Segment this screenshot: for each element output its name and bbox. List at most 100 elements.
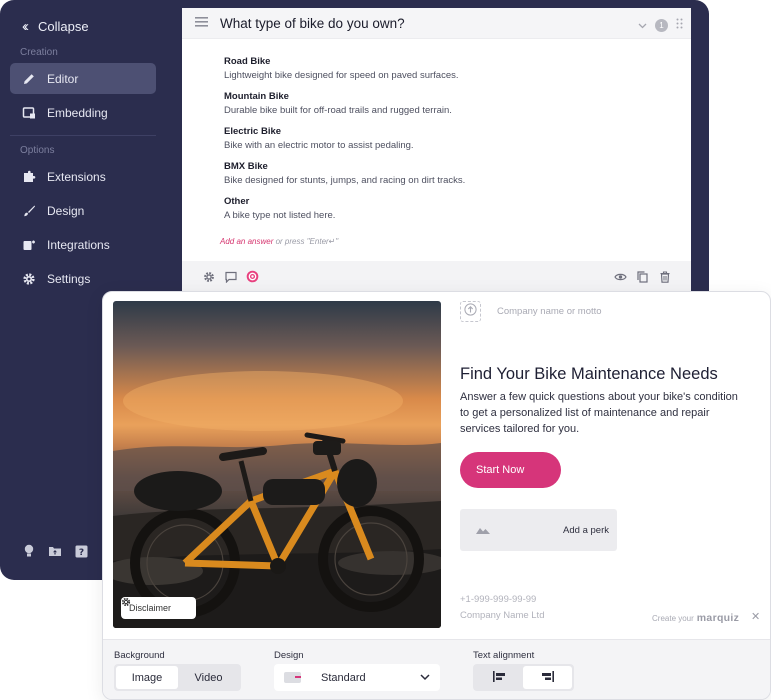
text-alignment-label: Text alignment <box>473 650 535 661</box>
page-subtitle[interactable]: Answer a few quick questions about your … <box>460 389 740 437</box>
answer-title: Road Bike <box>224 56 271 67</box>
add-answer-hint: or press "Enter↵" <box>273 237 339 246</box>
sidebar-item-label: Editor <box>47 71 79 86</box>
question-card: What type of bike do you own? 1 Road Bik… <box>182 8 691 292</box>
sidebar-item-integrations[interactable]: Integrations <box>10 229 156 260</box>
background-option-image[interactable]: Image <box>116 666 178 689</box>
sidebar-bottom-toolbar: ? <box>22 544 88 558</box>
add-answer-row: Add an answer or press "Enter↵" <box>220 237 338 246</box>
design-swatch-icon <box>284 672 301 683</box>
question-header: What type of bike do you own? 1 <box>182 8 691 39</box>
sidebar-item-design[interactable]: Design <box>10 195 156 226</box>
start-now-label: Start Now <box>476 464 525 476</box>
sidebar-item-label: Extensions <box>47 169 106 184</box>
answer-option[interactable]: Electric Bike Bike with an electric moto… <box>224 126 465 151</box>
sidebar-item-label: Design <box>47 203 85 218</box>
chevron-down-icon[interactable] <box>638 16 647 34</box>
logo-upload-button[interactable] <box>460 301 481 322</box>
puzzle-icon <box>21 169 36 184</box>
disclaimer-button[interactable]: Disclaimer <box>121 597 197 619</box>
brand-logo: marquiz <box>696 612 740 624</box>
company-motto-input[interactable]: Company name or motto <box>497 306 602 317</box>
align-right-button[interactable] <box>523 666 572 689</box>
answer-description: Bike designed for stunts, jumps, and rac… <box>224 175 466 186</box>
sidebar-item-extensions[interactable]: Extensions <box>10 161 156 192</box>
upload-arrow-icon <box>464 302 477 321</box>
embed-icon <box>21 105 36 120</box>
answer-title: BMX Bike <box>224 161 268 172</box>
background-label: Background <box>114 650 165 661</box>
powered-by-badge[interactable]: Create your marquiz <box>652 612 739 624</box>
background-image[interactable]: Disclaimer <box>113 301 441 628</box>
answer-description: Durable bike built for off-road trails a… <box>224 105 452 116</box>
question-title[interactable]: What type of bike do you own? <box>220 16 405 31</box>
integrations-icon <box>21 237 36 252</box>
sidebar-item-label: Settings <box>47 271 91 286</box>
sidebar-divider <box>10 135 156 136</box>
sidebar-item-editor[interactable]: Editor <box>10 63 156 94</box>
bike-photo-illustration <box>113 371 441 628</box>
add-perk-label: Add a perk <box>563 524 609 536</box>
text-alignment-toggle <box>473 664 574 691</box>
folder-upload-icon[interactable] <box>48 544 62 558</box>
design-select-value: Standard <box>321 671 366 684</box>
start-now-button[interactable]: Start Now <box>460 452 561 488</box>
answer-title: Electric Bike <box>224 126 282 137</box>
section-label-options: Options <box>20 145 55 156</box>
answer-description: Lightweight bike designed for speed on p… <box>224 70 459 81</box>
answer-title: Other <box>224 196 250 207</box>
background-toggle: Image Video <box>114 664 241 691</box>
answer-option[interactable]: Other A bike type not listed here. <box>224 196 465 221</box>
sidebar-item-label: Embedding <box>47 105 108 120</box>
gear-icon <box>21 271 36 286</box>
double-chevron-left-icon: ‹‹ <box>22 18 29 35</box>
brush-icon <box>21 203 36 218</box>
start-page-settings-bar: Background Image Video Design Standard T… <box>103 639 770 699</box>
gear-icon[interactable] <box>202 270 215 283</box>
ai-sparkle-icon[interactable] <box>246 270 259 283</box>
eye-icon[interactable] <box>614 270 627 283</box>
sidebar-item-settings[interactable]: Settings <box>10 263 156 294</box>
help-icon[interactable]: ? <box>74 544 88 558</box>
background-option-video[interactable]: Video <box>178 666 239 689</box>
disclaimer-label: Disclaimer <box>129 603 172 613</box>
quiz-start-preview: Disclaimer Company name or motto Find Yo… <box>102 291 771 700</box>
pencil-icon <box>21 71 36 86</box>
question-header-controls: 1 <box>638 16 683 34</box>
page-title[interactable]: Find Your Bike Maintenance Needs <box>460 365 718 384</box>
copy-icon[interactable] <box>636 270 649 283</box>
chevron-down-icon <box>420 672 430 684</box>
comment-icon[interactable] <box>224 270 237 283</box>
section-label-creation: Creation <box>20 47 58 58</box>
answer-title: Mountain Bike <box>224 91 289 102</box>
image-placeholder-icon <box>476 521 490 539</box>
align-left-button[interactable] <box>475 666 523 689</box>
lightbulb-icon[interactable] <box>22 544 36 558</box>
add-perk-button[interactable]: Add a perk <box>460 509 617 551</box>
answer-option[interactable]: BMX Bike Bike designed for stunts, jumps… <box>224 161 465 186</box>
answer-option[interactable]: Mountain Bike Durable bike built for off… <box>224 91 465 116</box>
collapse-button[interactable]: ‹‹ Collapse <box>22 18 89 35</box>
close-icon[interactable]: ✕ <box>751 610 760 623</box>
answer-list: Road Bike Lightweight bike designed for … <box>224 56 465 231</box>
drag-handle-icon[interactable] <box>676 16 683 34</box>
menu-lines-icon[interactable] <box>195 14 209 32</box>
gear-icon <box>121 597 188 615</box>
answer-option[interactable]: Road Bike Lightweight bike designed for … <box>224 56 465 81</box>
align-left-icon <box>492 670 506 685</box>
sidebar-item-label: Integrations <box>47 237 110 252</box>
design-label: Design <box>274 650 304 661</box>
answer-description: A bike type not listed here. <box>224 210 336 221</box>
company-name[interactable]: Company Name Ltd <box>460 610 544 621</box>
question-footer-toolbar <box>182 261 691 292</box>
design-select[interactable]: Standard <box>274 664 440 691</box>
contact-phone[interactable]: +1-999-999-99-99 <box>460 594 536 605</box>
sidebar-item-embedding[interactable]: Embedding <box>10 97 156 128</box>
align-right-icon <box>541 670 554 685</box>
trash-icon[interactable] <box>658 270 671 283</box>
add-answer-link[interactable]: Add an answer <box>220 237 273 246</box>
answer-description: Bike with an electric motor to assist pe… <box>224 140 414 151</box>
create-your-label: Create your <box>652 614 694 623</box>
svg-text:?: ? <box>78 548 83 558</box>
collapse-label: Collapse <box>38 19 89 34</box>
